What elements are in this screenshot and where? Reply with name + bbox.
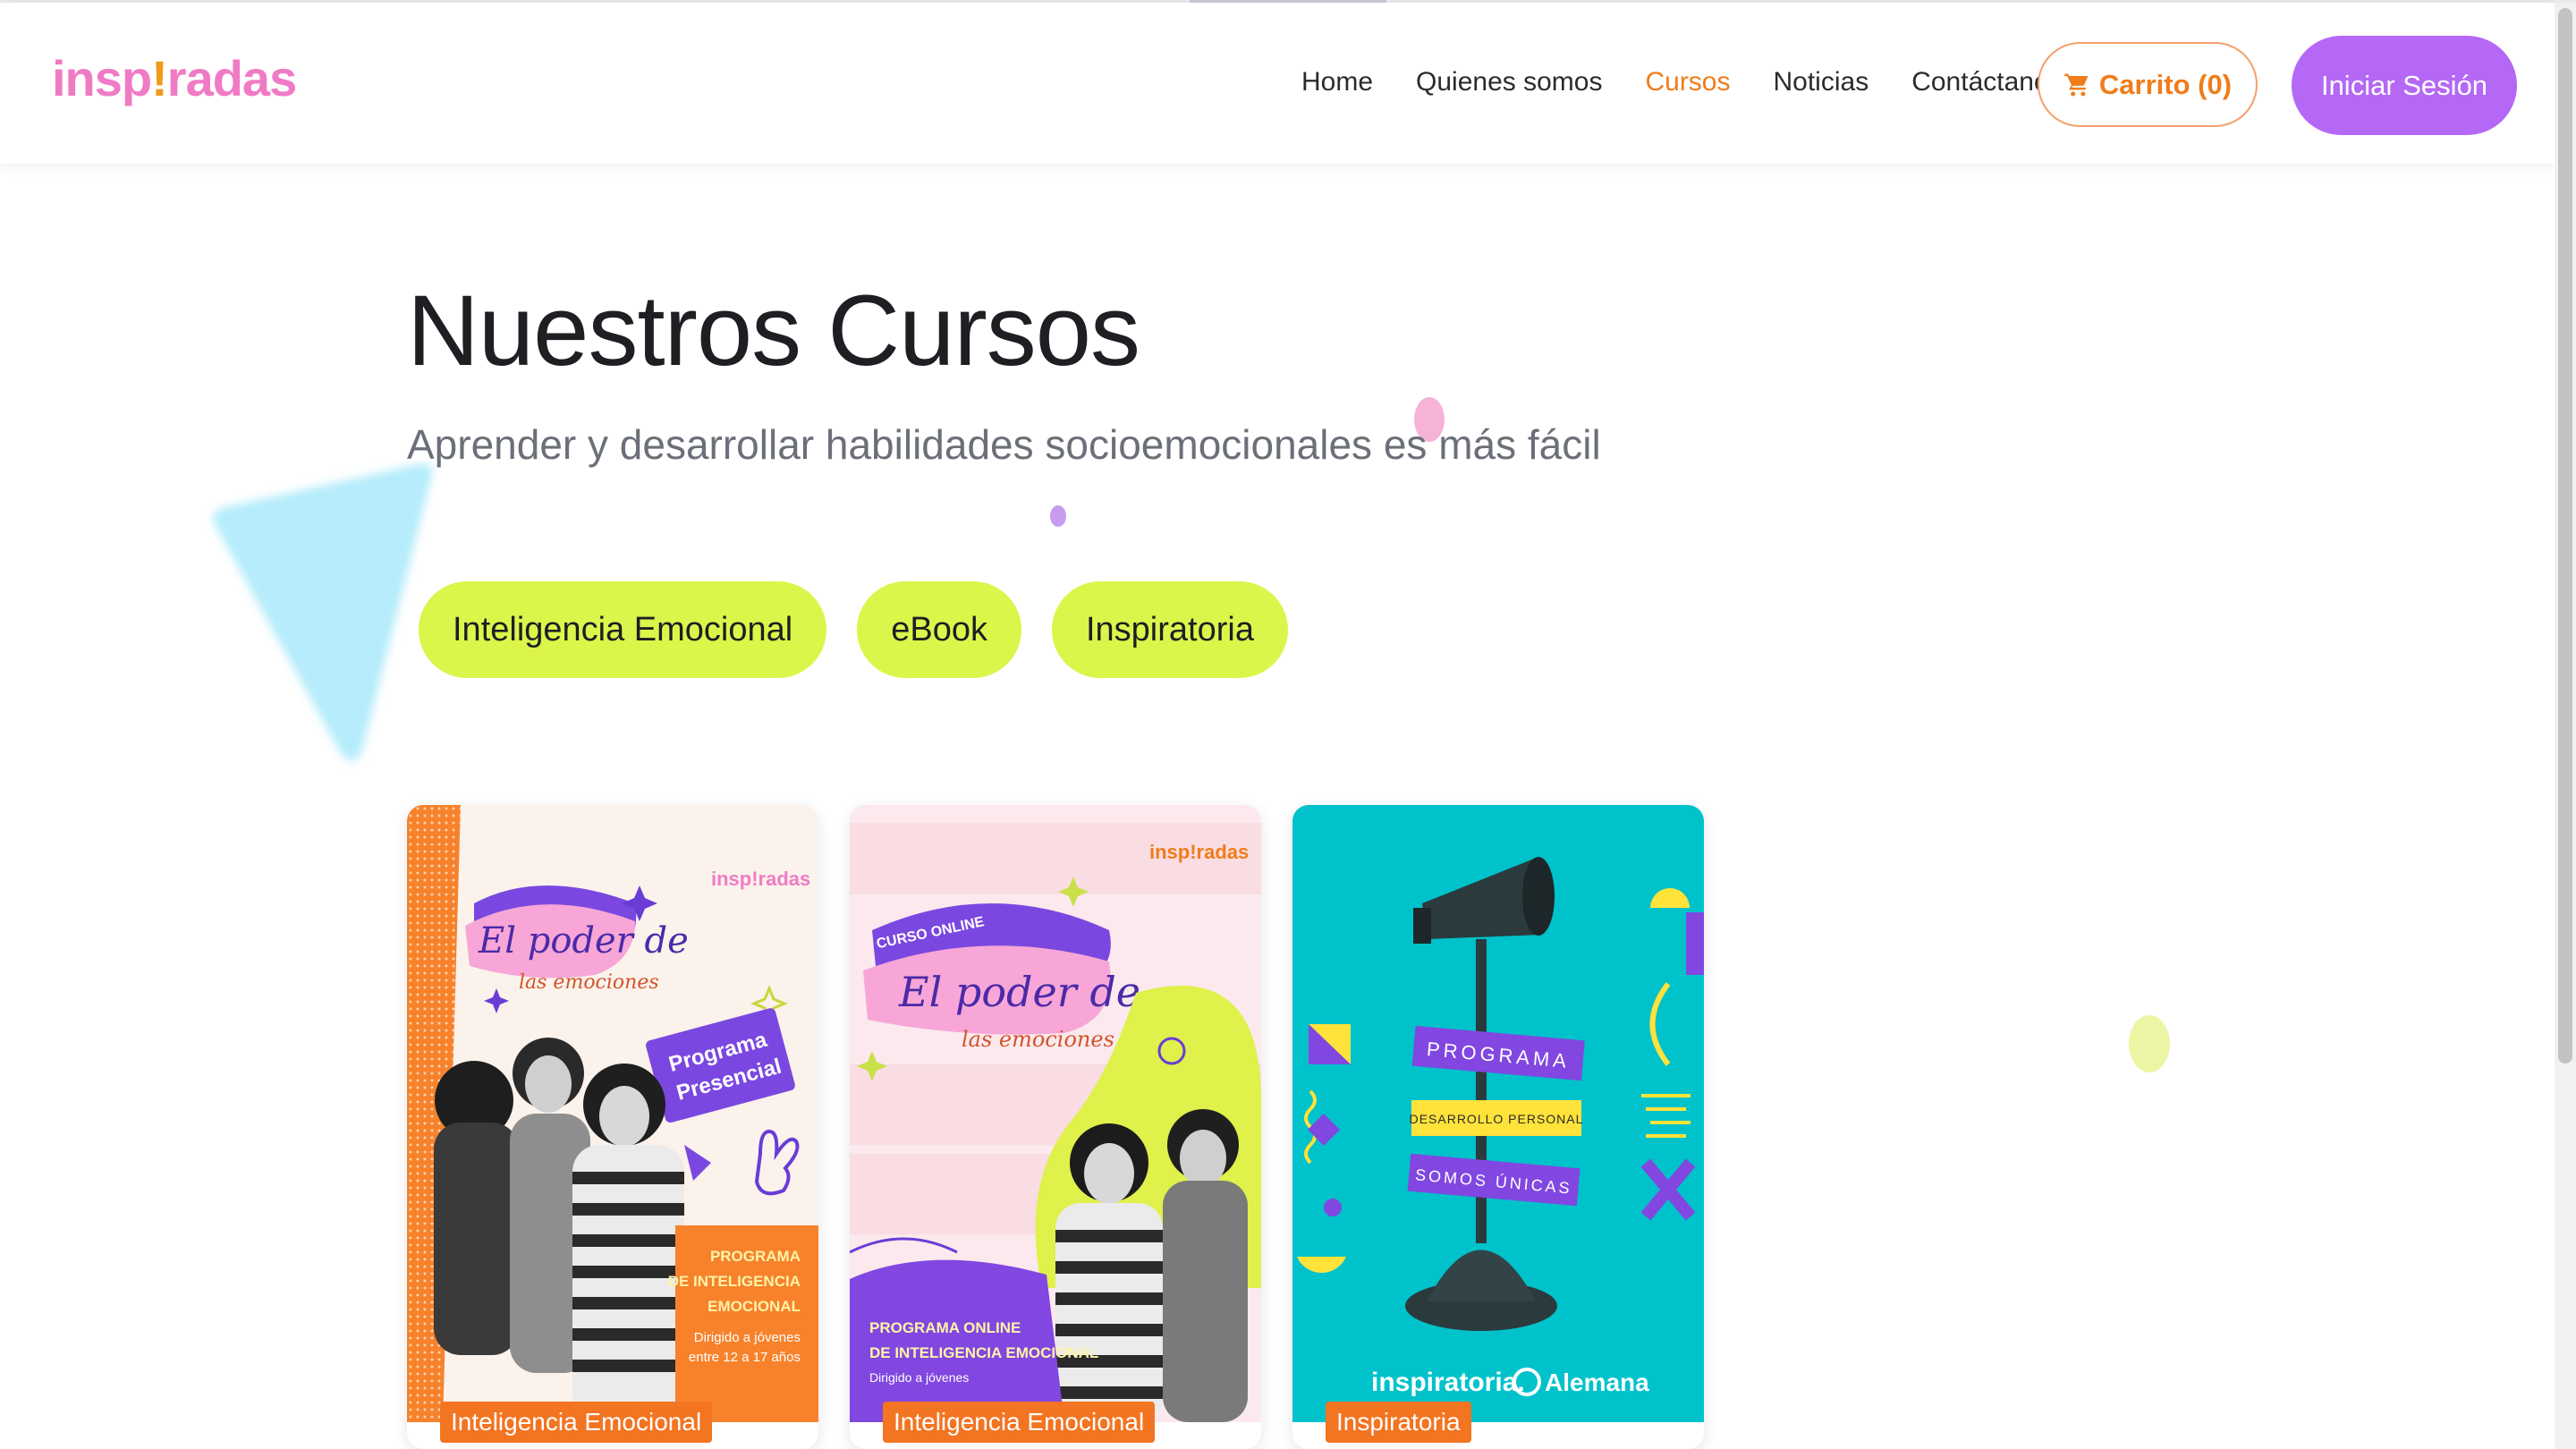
cart-label: Carrito (0)	[2098, 68, 2233, 100]
decorative-dot-purple	[1050, 505, 1066, 527]
card-headline-sub: las emociones	[519, 971, 659, 994]
card-program-1: PROGRAMA	[710, 1248, 801, 1265]
nav-link-home[interactable]: Home	[1301, 67, 1373, 97]
card-program-2: DE INTELIGENCIA EMOCIONAL	[869, 1344, 1098, 1361]
course-image[interactable]: insp!radas El poder de las emociones Pro…	[407, 805, 818, 1422]
category-badge: Inteligencia Emocional	[883, 1402, 1156, 1443]
category-badge: Inteligencia Emocional	[440, 1402, 713, 1443]
card-audience-2: entre 12 a 17 años	[689, 1350, 801, 1365]
decorative-triangle	[212, 463, 433, 761]
category-badge: Inspiratoria	[1326, 1402, 1471, 1443]
scrollbar-thumb[interactable]	[2558, 8, 2572, 1063]
nav-link-cursos[interactable]: Cursos	[1645, 67, 1730, 97]
card-label-2: DESARROLLO PERSONAL	[1410, 1112, 1584, 1126]
course-image[interactable]: insp!radas CURSO ONLINE El poder de las …	[850, 805, 1261, 1422]
card-audience: Dirigido a jóvenes	[869, 1370, 969, 1385]
logo-bang: !	[151, 50, 168, 106]
page-title: Nuestros Cursos	[407, 275, 1140, 386]
logo-text-end: radas	[166, 50, 297, 106]
course-image[interactable]: PROGRAMA DESARROLLO PERSONAL SOMOS ÚNICA…	[1292, 805, 1704, 1422]
filter-ebook[interactable]: eBook	[857, 581, 1021, 678]
filter-inteligencia-emocional[interactable]: Inteligencia Emocional	[419, 581, 827, 678]
card-logo-inspiratoria: inspiratoria.	[1371, 1368, 1525, 1397]
nav-link-noticias[interactable]: Noticias	[1774, 67, 1869, 97]
card-brand: insp!radas	[1149, 841, 1249, 863]
decorative-dot-lime	[2129, 1015, 2170, 1072]
cart-icon	[2064, 73, 2089, 96]
card-headline-sub: las emociones	[962, 1027, 1114, 1052]
logo-text-start: insp	[52, 50, 152, 106]
page-subtitle: Aprender y desarrollar habilidades socio…	[407, 421, 1601, 468]
navbar: insp!radas Home Quienes somos Cursos Not…	[0, 3, 2555, 164]
course-card[interactable]: insp!radas El poder de las emociones Pro…	[407, 805, 818, 1449]
card-audience-1: Dirigido a jóvenes	[694, 1330, 801, 1345]
scrollbar[interactable]	[2555, 3, 2576, 1449]
card-program-3: EMOCIONAL	[708, 1298, 801, 1315]
card-headline: El poder de	[898, 968, 1140, 1016]
cart-button[interactable]: Carrito (0)	[2038, 42, 2258, 127]
filter-inspiratoria[interactable]: Inspiratoria	[1051, 581, 1288, 678]
card-headline: El poder de	[478, 920, 689, 962]
nav-links: Home Quienes somos Cursos Noticias Contá…	[1301, 67, 2106, 97]
course-card[interactable]: insp!radas CURSO ONLINE El poder de las …	[850, 805, 1261, 1449]
card-program-2: DE INTELIGENCIA	[668, 1273, 801, 1290]
course-card[interactable]: PROGRAMA DESARROLLO PERSONAL SOMOS ÚNICA…	[1292, 805, 1704, 1449]
card-brand: insp!radas	[711, 868, 810, 890]
brand-logo[interactable]: insp!radas	[52, 49, 297, 107]
category-filters: Inteligencia Emocional eBook Inspiratori…	[419, 581, 1318, 678]
card-program-1: PROGRAMA ONLINE	[869, 1319, 1021, 1336]
login-button[interactable]: Iniciar Sesión	[2292, 36, 2517, 135]
card-logo-alemana: Alemana	[1545, 1368, 1649, 1396]
course-cards: insp!radas El poder de las emociones Pro…	[407, 805, 1735, 1449]
nav-link-quienes-somos[interactable]: Quienes somos	[1416, 67, 1602, 97]
